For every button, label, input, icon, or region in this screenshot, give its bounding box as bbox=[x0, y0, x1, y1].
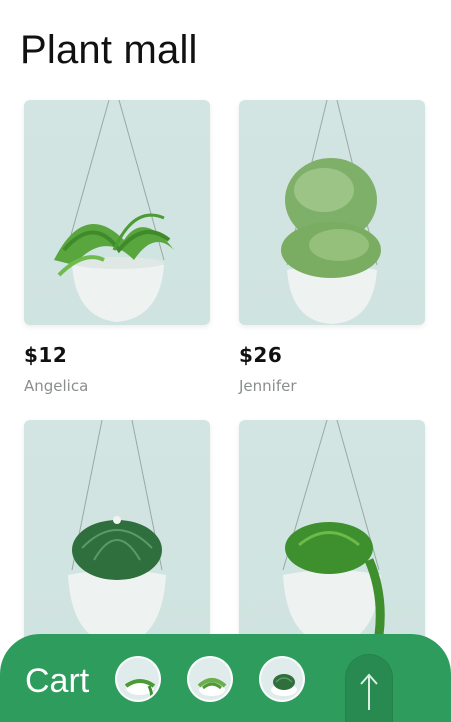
cart-item-thumb-3[interactable] bbox=[259, 656, 305, 702]
product-name-2: Jennifer bbox=[239, 377, 297, 395]
scroll-up-button[interactable] bbox=[345, 654, 393, 722]
product-name-1: Angelica bbox=[24, 377, 89, 395]
page-title: Plant mall bbox=[20, 28, 198, 72]
plant-mall-screen: Plant mall $12 Angelica $26 Jennifer Car… bbox=[0, 0, 451, 722]
product-card-2[interactable]: $26 Jennifer bbox=[239, 100, 425, 395]
product-price-1: $12 bbox=[24, 343, 68, 367]
product-card-1[interactable]: $12 Angelica bbox=[24, 100, 210, 395]
arrow-up-icon bbox=[360, 673, 378, 710]
product-image-3[interactable] bbox=[24, 420, 210, 645]
cart-label[interactable]: Cart bbox=[25, 662, 89, 701]
product-price-2: $26 bbox=[239, 343, 283, 367]
cart-item-thumb-1[interactable] bbox=[115, 656, 161, 702]
product-card-3[interactable] bbox=[24, 420, 210, 645]
product-image-2[interactable] bbox=[239, 100, 425, 325]
cart-item-thumb-2[interactable] bbox=[187, 656, 233, 702]
product-image-4[interactable] bbox=[239, 420, 425, 645]
product-image-1[interactable] bbox=[24, 100, 210, 325]
product-card-4[interactable] bbox=[239, 420, 425, 645]
